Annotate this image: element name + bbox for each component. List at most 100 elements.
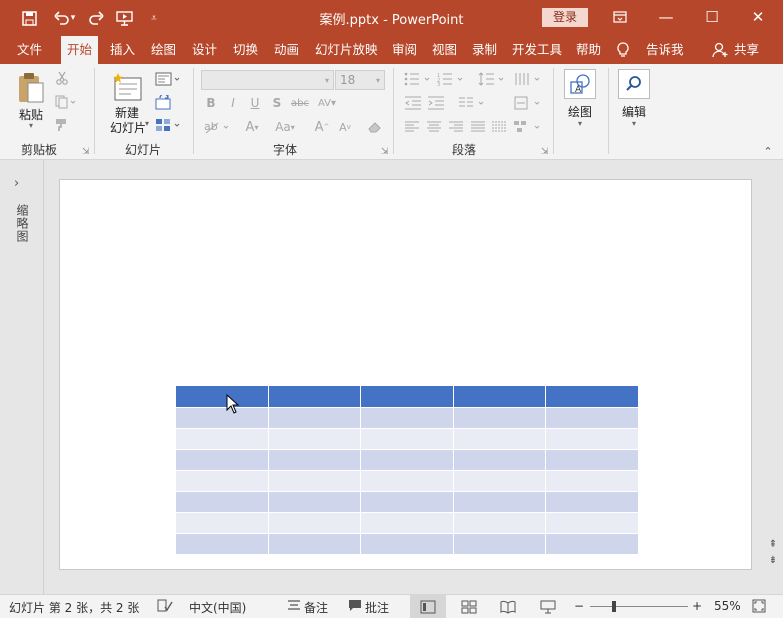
slide-count[interactable]: 幻灯片 第 2 张，共 2 张 xyxy=(9,599,139,616)
table-cell[interactable] xyxy=(360,386,454,408)
table-cell[interactable] xyxy=(176,491,269,513)
expand-thumbnails-icon[interactable]: › xyxy=(14,176,19,191)
drawing-label[interactable]: 绘图 xyxy=(562,103,598,120)
table-cell[interactable] xyxy=(545,533,638,555)
tab-view[interactable]: 视图 xyxy=(426,36,463,64)
tab-transitions[interactable]: 切换 xyxy=(227,36,264,64)
paste-icon[interactable] xyxy=(14,70,48,106)
share-button[interactable]: 共享 xyxy=(728,36,765,64)
editing-search-icon[interactable] xyxy=(618,69,650,99)
table-row[interactable] xyxy=(176,407,638,429)
table-row[interactable] xyxy=(176,428,638,450)
table-cell[interactable] xyxy=(453,407,547,429)
next-slide-icon[interactable]: ⇟ xyxy=(765,554,781,568)
share-icon[interactable] xyxy=(712,36,728,64)
table-cell[interactable] xyxy=(176,470,269,492)
table-cell[interactable] xyxy=(453,428,547,450)
tab-home[interactable]: 开始 xyxy=(61,36,99,64)
table-cell[interactable] xyxy=(360,491,454,513)
table-cell[interactable] xyxy=(176,449,269,471)
table-row[interactable] xyxy=(176,512,638,534)
collapse-ribbon-icon[interactable]: ⌃ xyxy=(760,144,776,158)
table-cell[interactable] xyxy=(545,449,638,471)
previous-slide-icon[interactable]: ⇞ xyxy=(765,538,781,552)
normal-view-icon[interactable] xyxy=(410,595,446,618)
table-cell[interactable] xyxy=(453,512,547,534)
tab-developer[interactable]: 开发工具 xyxy=(506,36,568,64)
table-cell[interactable] xyxy=(545,407,638,429)
reading-view-icon[interactable] xyxy=(490,595,526,618)
drawing-shapes-icon[interactable]: A xyxy=(564,69,596,99)
table-cell[interactable] xyxy=(268,428,362,450)
tab-insert[interactable]: 插入 xyxy=(104,36,141,64)
paragraph-launcher-icon[interactable]: ⇲ xyxy=(541,147,549,157)
redo-icon[interactable] xyxy=(84,6,108,30)
tab-design[interactable]: 设计 xyxy=(186,36,223,64)
table-cell[interactable] xyxy=(176,407,269,429)
new-slide-icon[interactable] xyxy=(110,70,144,104)
comments-icon[interactable] xyxy=(348,599,362,615)
zoom-out-button[interactable]: − xyxy=(574,599,584,613)
slideshow-view-icon[interactable] xyxy=(530,595,566,618)
table-cell[interactable] xyxy=(453,533,547,555)
tell-me-search[interactable]: 告诉我 xyxy=(640,36,690,64)
table-cell[interactable] xyxy=(360,512,454,534)
undo-dropdown-icon[interactable]: ▾ xyxy=(66,6,80,30)
table-cell[interactable] xyxy=(360,533,454,555)
paste-dropdown-icon[interactable]: ▾ xyxy=(13,121,49,130)
table-cell[interactable] xyxy=(176,533,269,555)
table-cell[interactable] xyxy=(360,428,454,450)
editing-label[interactable]: 编辑 xyxy=(616,103,652,120)
tab-record[interactable]: 录制 xyxy=(466,36,503,64)
table-cell[interactable] xyxy=(176,428,269,450)
font-launcher-icon[interactable]: ⇲ xyxy=(381,147,389,157)
tab-draw[interactable]: 绘图 xyxy=(145,36,182,64)
reset-slide-icon[interactable] xyxy=(154,93,174,111)
tab-animations[interactable]: 动画 xyxy=(268,36,305,64)
table-cell[interactable] xyxy=(545,386,638,408)
table-row[interactable] xyxy=(176,449,638,471)
table-row[interactable] xyxy=(176,533,638,555)
table-cell[interactable] xyxy=(545,428,638,450)
table-cell[interactable] xyxy=(545,512,638,534)
table-cell[interactable] xyxy=(360,470,454,492)
login-button[interactable]: 登录 xyxy=(542,8,588,27)
layout-icon[interactable] xyxy=(154,70,182,88)
table-cell[interactable] xyxy=(453,386,547,408)
table-cell[interactable] xyxy=(176,386,269,408)
zoom-in-button[interactable]: + xyxy=(692,599,702,613)
notes-icon[interactable] xyxy=(287,599,301,614)
table-cell[interactable] xyxy=(360,407,454,429)
comments-button[interactable]: 批注 xyxy=(365,599,389,616)
thumbnail-pane-label[interactable]: 缩略图 xyxy=(14,204,31,243)
drawing-dropdown-icon[interactable]: ▾ xyxy=(562,119,598,128)
table-cell[interactable] xyxy=(360,449,454,471)
fit-to-window-icon[interactable] xyxy=(752,599,766,616)
zoom-slider-thumb[interactable] xyxy=(612,601,616,612)
table-cell[interactable] xyxy=(176,512,269,534)
table-cell[interactable] xyxy=(268,449,362,471)
table-row[interactable] xyxy=(176,470,638,492)
tab-slideshow[interactable]: 幻灯片放映 xyxy=(309,36,384,64)
notes-button[interactable]: 备注 xyxy=(304,599,328,616)
table-cell[interactable] xyxy=(268,533,362,555)
slide-table[interactable] xyxy=(176,386,638,555)
table-cell[interactable] xyxy=(268,512,362,534)
spelling-check-icon[interactable] xyxy=(157,599,173,616)
table-cell[interactable] xyxy=(268,386,362,408)
table-cell[interactable] xyxy=(453,470,547,492)
clipboard-launcher-icon[interactable]: ⇲ xyxy=(82,147,90,157)
save-icon[interactable] xyxy=(17,6,41,30)
start-slideshow-icon[interactable] xyxy=(112,6,136,30)
tab-review[interactable]: 审阅 xyxy=(386,36,423,64)
new-slide-dropdown-icon[interactable]: ▾ xyxy=(142,119,152,128)
section-icon[interactable] xyxy=(154,116,182,134)
table-cell[interactable] xyxy=(453,491,547,513)
customize-toolbar-icon[interactable]: ⩡ xyxy=(142,6,166,30)
table-cell[interactable] xyxy=(268,491,362,513)
slide-sorter-icon[interactable] xyxy=(451,595,487,618)
ribbon-display-options-icon[interactable] xyxy=(597,0,643,34)
table-cell[interactable] xyxy=(268,470,362,492)
table-header-row[interactable] xyxy=(176,386,638,408)
table-cell[interactable] xyxy=(453,449,547,471)
